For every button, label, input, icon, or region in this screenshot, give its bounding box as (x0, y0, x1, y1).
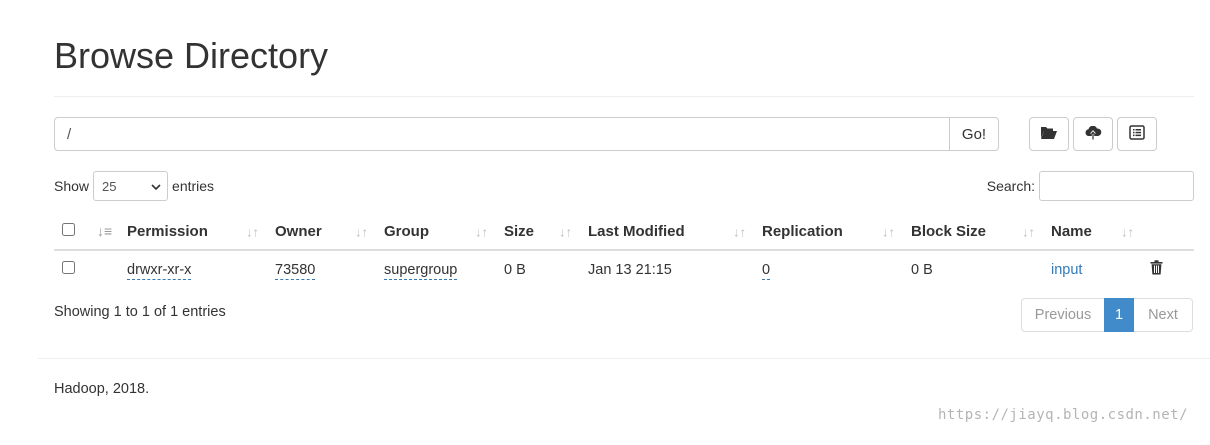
cell-permission: drwxr-xr-x (119, 250, 267, 288)
sort-icon: ↓↑ (246, 224, 259, 239)
sort-ascending-icon: ↓≡ (97, 223, 113, 239)
sort-icon: ↓↑ (1121, 224, 1134, 239)
column-owner[interactable]: Owner ↓↑ (267, 214, 376, 251)
cell-size: 0 B (504, 261, 526, 278)
page-length-control: Show 25 entries (54, 171, 214, 201)
row-checkbox[interactable] (62, 261, 75, 274)
page-title: Browse Directory (54, 35, 329, 76)
cell-last-modified: Jan 13 21:15 (588, 261, 672, 278)
page-length-value: 25 (102, 178, 117, 194)
search-label: Search: (986, 178, 1035, 194)
table-header-row: ↓≡ Permission ↓↑ Owner ↓↑ Group ↓↑ Size … (54, 214, 1194, 251)
sort-icon: ↓↑ (559, 224, 572, 239)
table-info: Showing 1 to 1 of 1 entries (54, 304, 226, 320)
sort-icon: ↓↑ (355, 224, 368, 239)
footer-divider (38, 358, 1210, 359)
title-divider (54, 96, 1194, 97)
watermark: https://jiayq.blog.csdn.net/ (938, 407, 1189, 423)
cell-owner: 73580 (267, 250, 376, 288)
entries-label: entries (172, 178, 215, 194)
cell-block-size: 0 B (911, 261, 933, 278)
sort-icon: ↓↑ (882, 224, 895, 239)
column-name[interactable]: Name ↓↑ (1043, 214, 1142, 251)
group-editable[interactable]: supergroup (384, 261, 458, 280)
chevron-down-icon (151, 179, 161, 194)
create-directory-button[interactable] (1029, 117, 1069, 151)
cut-paste-button[interactable] (1117, 117, 1157, 151)
pagination: Previous 1 Next (1021, 298, 1193, 332)
path-input[interactable] (54, 117, 949, 151)
column-permission[interactable]: Permission ↓↑ (119, 214, 267, 251)
column-replication[interactable]: Replication ↓↑ (754, 214, 903, 251)
search-control: Search: (987, 171, 1194, 201)
column-size[interactable]: Size ↓↑ (496, 214, 580, 251)
search-input[interactable] (1039, 171, 1194, 201)
empty-cell (91, 250, 119, 288)
column-group[interactable]: Group ↓↑ (376, 214, 496, 251)
row-select-cell (54, 250, 91, 288)
go-button[interactable]: Go! (949, 117, 999, 151)
replication-editable[interactable]: 0 (762, 261, 771, 280)
show-label: Show (54, 178, 90, 194)
permission-editable[interactable]: drwxr-xr-x (127, 261, 192, 280)
trash-icon[interactable] (1150, 260, 1163, 279)
sort-icon: ↓↑ (475, 224, 488, 239)
column-block-size[interactable]: Block Size ↓↑ (903, 214, 1043, 251)
page-1-button[interactable]: 1 (1104, 298, 1134, 332)
cell-group: supergroup (376, 250, 496, 288)
list-alt-icon (1129, 125, 1145, 143)
folder-open-icon (1040, 126, 1058, 143)
footer-text: Hadoop, 2018. (54, 381, 150, 397)
page-length-select[interactable]: 25 (93, 171, 169, 201)
file-table: ↓≡ Permission ↓↑ Owner ↓↑ Group ↓↑ Size … (54, 214, 1194, 288)
sort-icon: ↓↑ (1022, 224, 1035, 239)
path-input-group: Go! (54, 117, 999, 151)
file-name-link[interactable]: input (1051, 262, 1082, 278)
next-button[interactable]: Next (1134, 298, 1193, 332)
cell-replication: 0 (754, 250, 903, 288)
cell-actions (1142, 250, 1194, 288)
cell-name: input (1043, 250, 1142, 288)
owner-editable[interactable]: 73580 (275, 261, 316, 280)
sort-column-header[interactable]: ↓≡ (91, 214, 119, 251)
cloud-upload-icon (1084, 125, 1102, 143)
column-last-modified[interactable]: Last Modified ↓↑ (580, 214, 754, 251)
upload-file-button[interactable] (1073, 117, 1113, 151)
sort-icon: ↓↑ (733, 224, 746, 239)
previous-button[interactable]: Previous (1021, 298, 1104, 332)
select-all-checkbox[interactable] (62, 223, 75, 236)
table-row: drwxr-xr-x 73580 supergroup 0 B Jan 13 2… (54, 250, 1194, 288)
select-all-header (54, 214, 91, 251)
actions-header (1142, 214, 1194, 251)
